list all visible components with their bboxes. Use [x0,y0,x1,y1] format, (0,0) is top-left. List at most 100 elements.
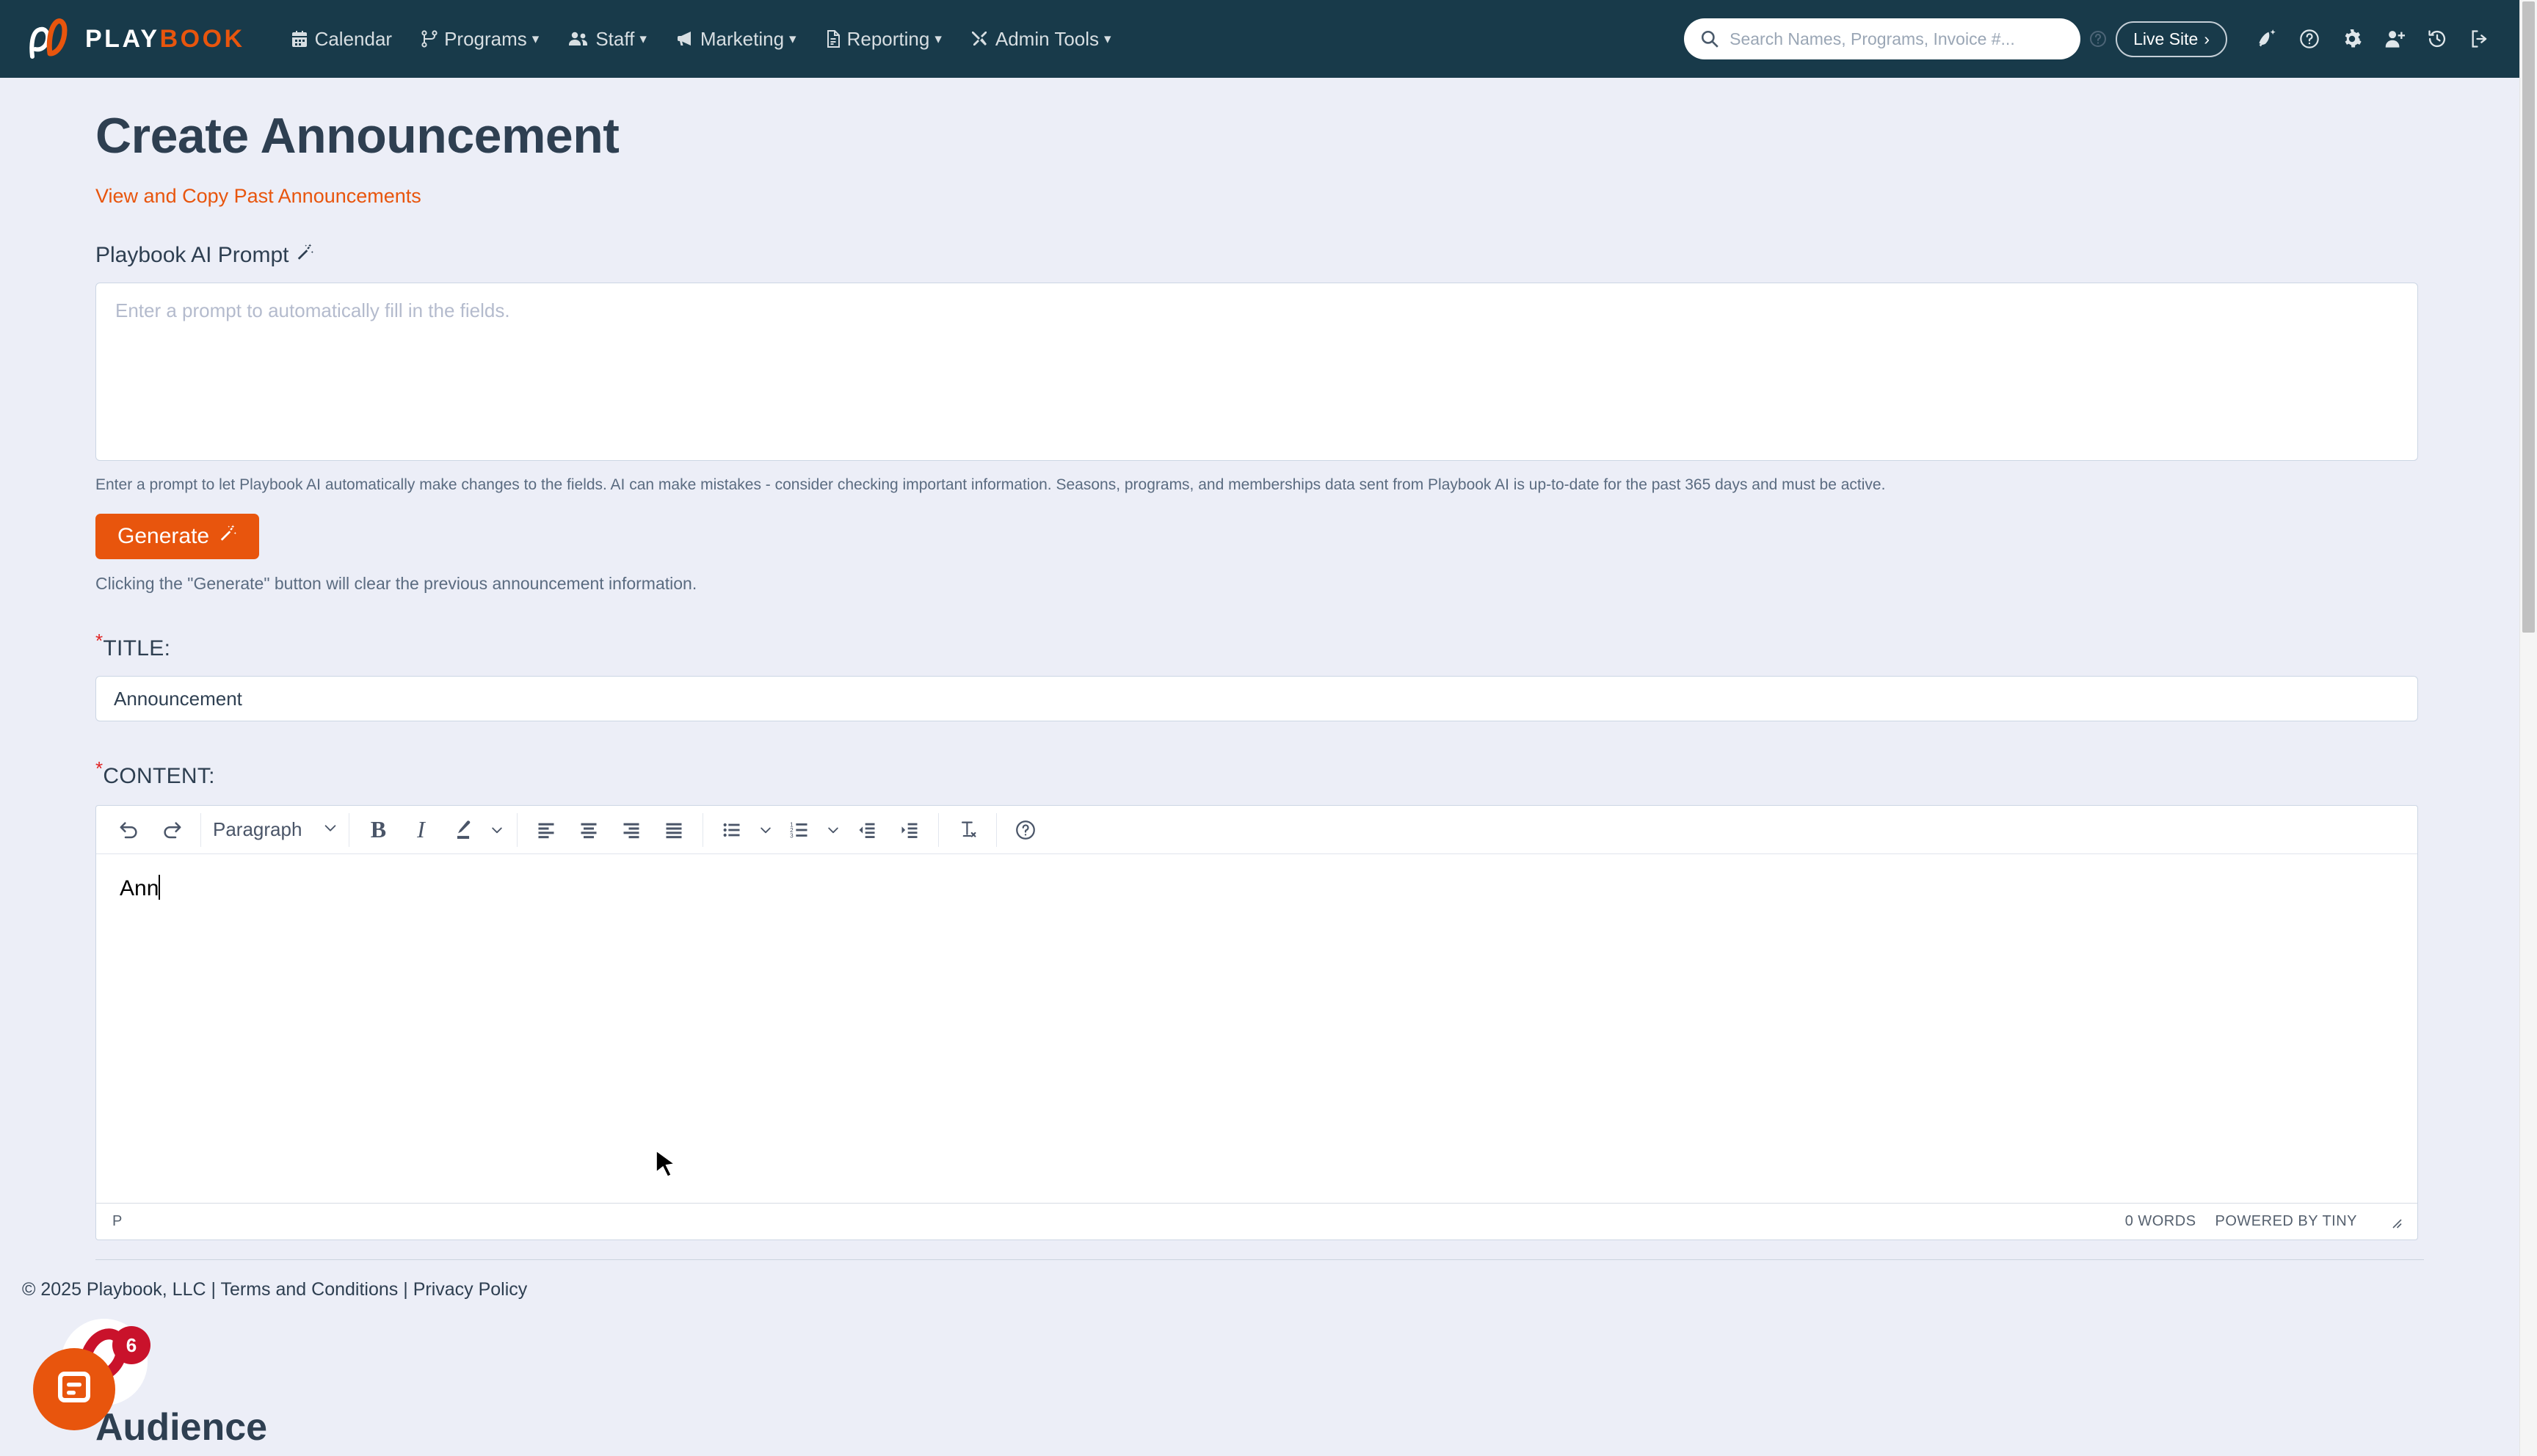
toolbar-group-align [518,814,703,846]
help-icon[interactable] [1004,811,1047,849]
bold-button[interactable]: B [357,811,399,849]
chevron-down-icon: ▾ [789,31,796,47]
logout-icon[interactable] [2459,18,2500,59]
view-past-announcements-link[interactable]: View and Copy Past Announcements [95,185,421,208]
nav-label-programs: Programs [444,27,527,50]
nav-label-marketing: Marketing [700,27,785,50]
numbered-list-icon[interactable]: 123 [778,811,821,849]
nav-label-reporting: Reporting [846,27,930,50]
calendar-icon [291,30,308,48]
ai-prompt-textarea[interactable] [95,283,2418,461]
page-body: Create Announcement View and Copy Past A… [0,107,2519,1300]
nav-item-admin-tools[interactable]: Admin Tools ▾ [957,22,1126,57]
editor-status-bar: P 0 WORDS POWERED BY TINY [96,1203,2417,1240]
italic-icon: I [417,816,425,843]
italic-button[interactable]: I [399,811,442,849]
text-color-chevron-down-icon[interactable] [484,811,509,849]
align-justify-icon[interactable] [653,811,695,849]
align-right-icon[interactable] [610,811,653,849]
copyright-text: © 2025 Playbook, LLC [22,1279,206,1300]
terms-link[interactable]: Terms and Conditions [220,1279,398,1300]
nav-item-staff[interactable]: Staff ▾ [554,22,661,57]
privacy-link[interactable]: Privacy Policy [413,1279,528,1300]
chevron-down-icon: ▾ [1104,31,1111,47]
undo-icon[interactable] [108,811,150,849]
editor-status-right: 0 WORDS POWERED BY TINY [2125,1213,2403,1230]
numbered-list-chevron-down-icon[interactable] [821,811,846,849]
page-scrollbar-thumb[interactable] [2522,1,2535,633]
playbook-logo-icon [29,18,68,59]
text-caret [159,875,161,900]
brand-play-text: PLAY [85,24,160,53]
user-add-icon[interactable] [2374,18,2415,59]
search-input[interactable] [1728,28,2065,50]
toolbar-group-help [997,814,1054,846]
indent-icon[interactable] [888,811,931,849]
ai-prompt-helper-text: Enter a prompt to let Playbook AI automa… [95,476,1886,493]
required-asterisk: * [95,757,104,780]
navbar-icon-buttons [2246,18,2500,59]
ai-prompt-label-text: Playbook AI Prompt [95,243,289,267]
navbar-right-group: Live Site › [1684,18,2500,59]
svg-text:3: 3 [791,832,794,839]
align-left-icon[interactable] [525,811,567,849]
nav-item-programs[interactable]: Programs ▾ [407,22,554,57]
generate-button[interactable]: Generate [95,514,260,560]
editor-content-area[interactable]: Ann [96,854,2417,1203]
page-title: Create Announcement [95,108,620,164]
toolbar-group-inline: B I [349,814,517,846]
title-field-label: *TITLE: [95,631,2424,661]
generate-button-label: Generate [117,524,210,549]
chevron-down-icon [322,818,338,841]
clear-formatting-icon[interactable] [946,811,989,849]
redo-icon[interactable] [150,811,193,849]
history-icon[interactable] [2417,18,2458,59]
content-field-label: *CONTENT: [95,759,2424,789]
bold-icon: B [370,816,387,843]
gear-icon[interactable] [2331,18,2373,59]
help-circle-icon[interactable] [2289,18,2330,59]
sitemap-icon [421,30,438,48]
nav-label-admin-tools: Admin Tools [995,27,1100,50]
content-rich-text-editor: Paragraph B I 1 2 3 Ann P 0 WORDS POWERE… [95,805,2418,1241]
chevron-down-icon: ▾ [639,31,647,47]
outdent-icon[interactable] [846,811,888,849]
footer-separator: | [403,1279,408,1300]
nav-item-marketing[interactable]: Marketing ▾ [661,22,811,57]
brand-book-text: BOOK [159,24,245,53]
tiny-branding[interactable]: POWERED BY TINY [2215,1213,2357,1230]
megaphone-icon [676,30,694,48]
chevron-down-icon: ▾ [934,31,942,47]
global-search[interactable] [1684,18,2081,59]
editor-resize-handle-icon[interactable] [2388,1215,2403,1229]
block-format-value: Paragraph [213,818,302,841]
toolbar-group-lists: 123 [703,814,938,846]
bullet-list-icon[interactable] [711,811,753,849]
footer: © 2025 Playbook, LLC | Terms and Conditi… [22,1279,2519,1300]
page-scrollbar-track[interactable] [2519,0,2537,1456]
page-container: Create Announcement View and Copy Past A… [0,107,2519,1241]
chat-launcher-button[interactable] [33,1348,115,1430]
footer-separator: | [211,1279,216,1300]
text-color-icon[interactable] [442,811,484,849]
nav-item-reporting[interactable]: Reporting ▾ [811,22,957,57]
toolbar-group-history [101,814,200,846]
bullet-list-chevron-down-icon[interactable] [753,811,778,849]
nav-item-calendar[interactable]: Calendar [276,22,407,57]
ai-prompt-label: Playbook AI Prompt [95,243,2424,268]
content-field-label-text: CONTENT: [103,764,215,789]
question-circle-icon[interactable] [2089,30,2107,48]
title-input[interactable] [95,676,2418,722]
align-center-icon[interactable] [567,811,610,849]
users-icon [568,30,589,48]
live-site-label: Live Site [2133,29,2199,48]
rocket-add-icon[interactable] [2246,18,2287,59]
brand-logo-link[interactable]: PLAYBOOK [28,18,245,59]
toolbar-group-clear [939,814,996,846]
block-format-select[interactable]: Paragraph [201,811,349,849]
chat-unread-badge: 6 [112,1326,150,1364]
live-site-button[interactable]: Live Site › [2116,21,2227,57]
editor-element-path[interactable]: P [112,1213,123,1230]
magic-wand-icon [218,524,237,549]
top-navbar: PLAYBOOK Calendar Programs ▾ Staff ▾ Mar… [0,0,2519,78]
